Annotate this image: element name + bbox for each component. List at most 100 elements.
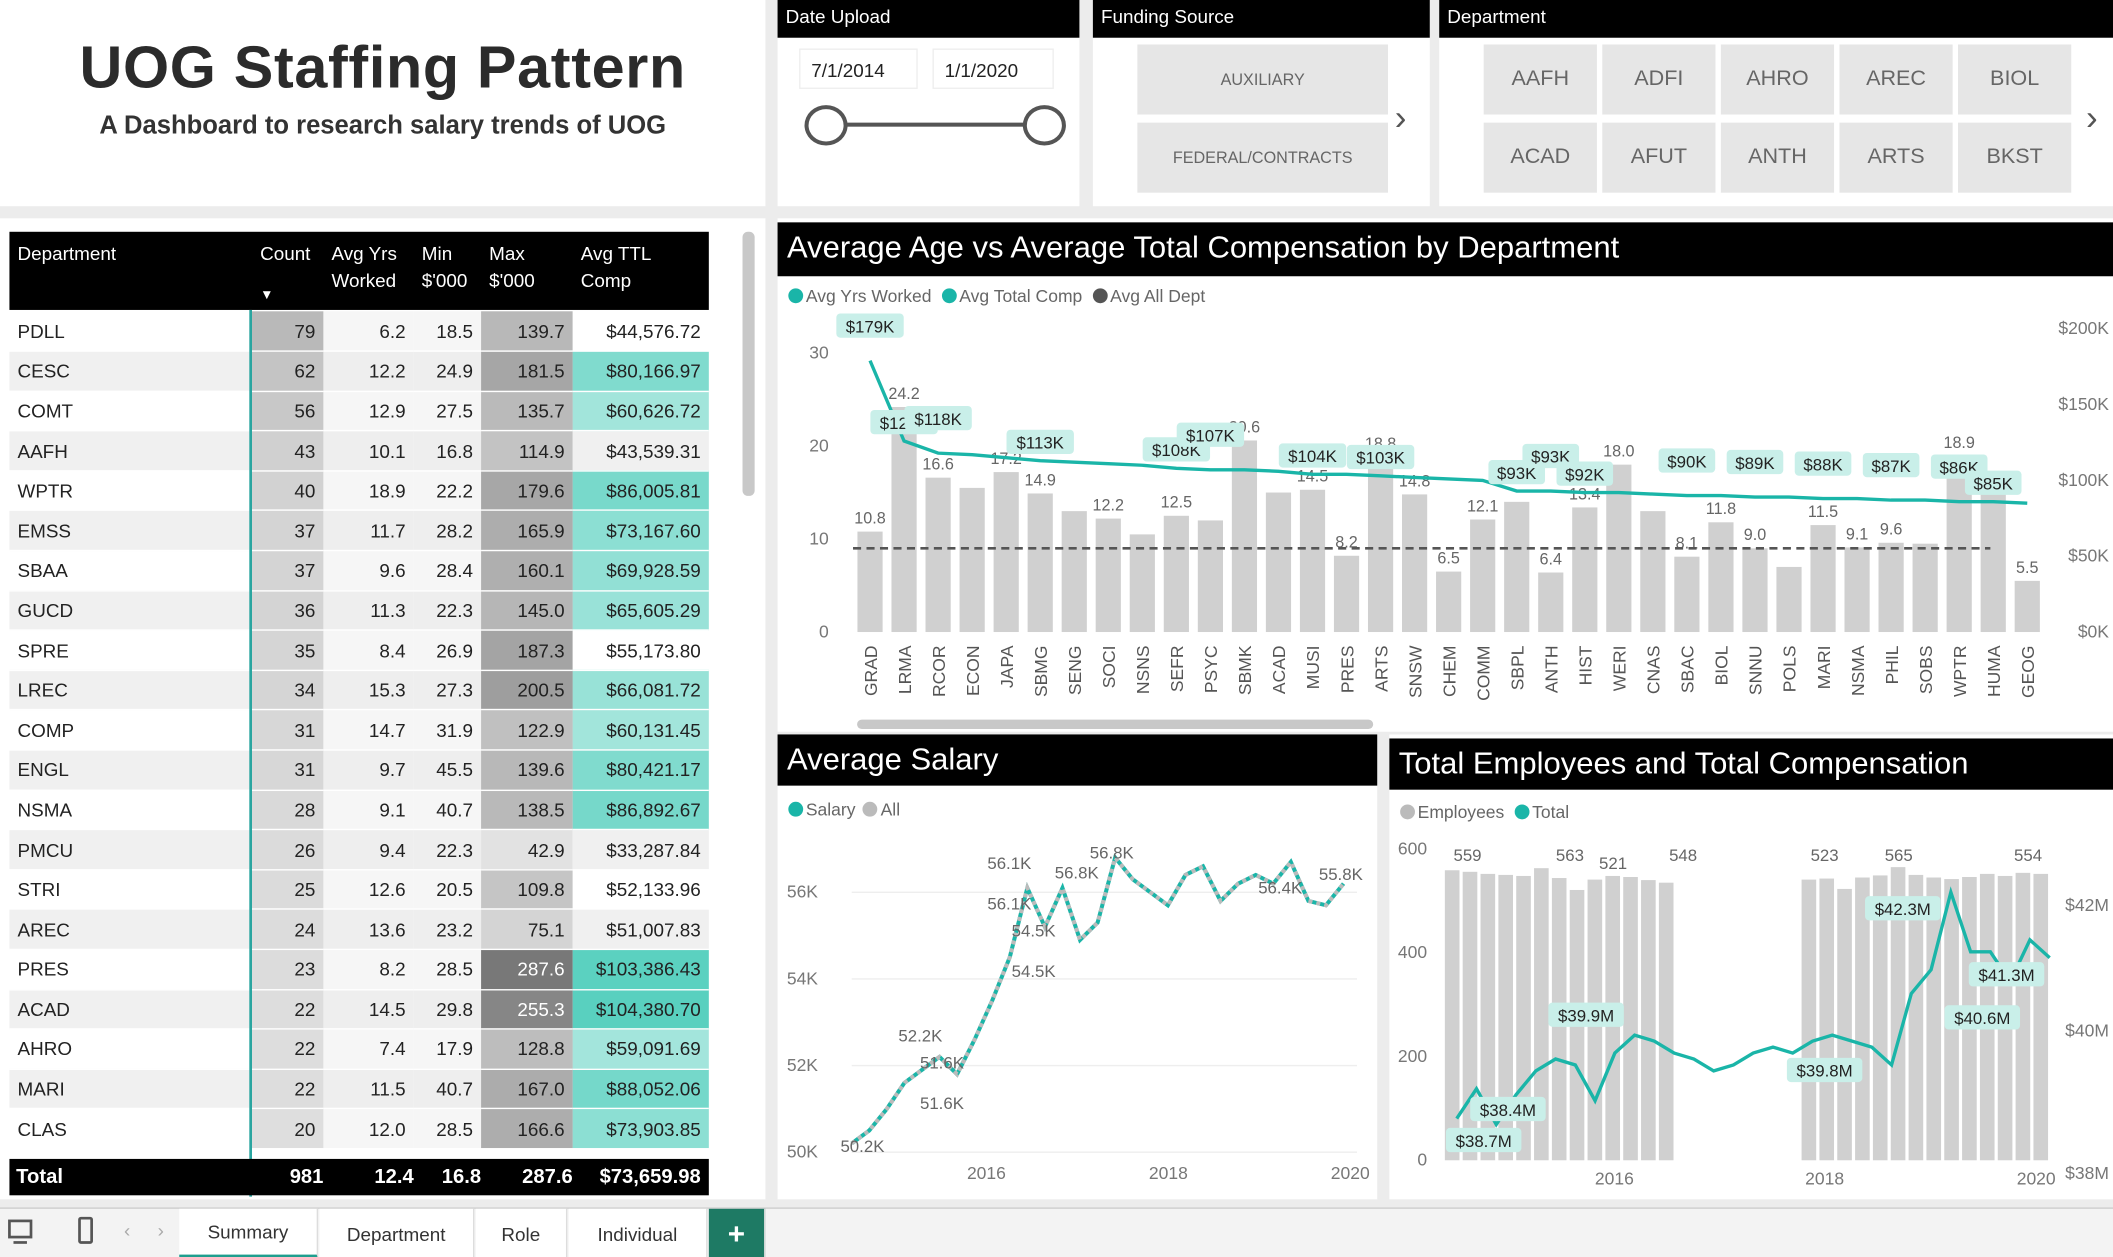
tab-role[interactable]: Role: [475, 1208, 568, 1257]
next-page-icon[interactable]: ›: [158, 1220, 164, 1242]
table-row[interactable]: SBAA 37 9.6 28.4 160.1 $69,928.59: [9, 550, 709, 592]
count-cell: 34: [251, 670, 324, 711]
table-row[interactable]: PDLL 79 6.2 18.5 139.7 $44,576.72: [9, 311, 709, 352]
bar-data-label: 5.5: [2016, 559, 2038, 577]
avg-yrs-cell: 11.5: [323, 1069, 414, 1110]
min-cell: 40.7: [413, 789, 482, 831]
x-category-label: SNNU: [1746, 645, 1766, 695]
age-comp-hscrollbar[interactable]: [857, 719, 1374, 730]
table-row[interactable]: GUCD 36 11.3 22.3 145.0 $65,605.29: [9, 590, 709, 631]
table-row[interactable]: LREC 34 15.3 27.3 200.5 $66,081.72: [9, 670, 709, 711]
dept-button-adfi[interactable]: ADFI: [1602, 44, 1716, 115]
col-header-min[interactable]: Min $'000: [422, 240, 468, 294]
table-row[interactable]: WPTR 40 18.9 22.2 179.6 $86,005.81: [9, 470, 709, 512]
avg-comp-cell: $80,166.97: [572, 351, 709, 392]
emp-y-left-tick: 400: [1398, 942, 1427, 962]
comp-data-label: $104K: [1288, 447, 1337, 466]
count-cell: 31: [251, 710, 324, 751]
avg-comp-cell: $51,007.83: [572, 909, 709, 951]
tab-department[interactable]: Department: [319, 1208, 475, 1257]
sort-desc-icon[interactable]: ▼: [260, 283, 273, 310]
table-row[interactable]: COMP 31 14.7 31.9 122.9 $60,131.45: [9, 710, 709, 751]
dept-cell: CESC: [9, 351, 252, 392]
dept-cell: LREC: [9, 670, 252, 711]
dept-button-bkst[interactable]: BKST: [1958, 122, 2072, 193]
tab-summary[interactable]: Summary: [179, 1208, 319, 1257]
age-comp-chart-panel: Average Age vs Average Total Compensatio…: [777, 218, 2113, 732]
x-category-label: RCOR: [929, 645, 949, 697]
total-count: 981: [289, 1165, 324, 1189]
col-header-avg-yrs[interactable]: Avg Yrs Worked: [332, 240, 397, 294]
date-start-input[interactable]: 7/1/2014: [799, 48, 918, 89]
max-cell: 165.9: [481, 510, 573, 552]
total-avg-yrs: 12.4: [374, 1165, 414, 1189]
col-header-max[interactable]: Max $'000: [489, 240, 535, 294]
x-category-label: HUMA: [1984, 645, 2004, 697]
bar-data-label: 12.1: [1467, 497, 1498, 515]
dept-bar: [1470, 519, 1496, 633]
comp-data-label: $118K: [914, 410, 962, 429]
dept-bar: [1912, 543, 1938, 633]
tab-individual[interactable]: Individual: [568, 1208, 708, 1257]
dept-bar: [1708, 522, 1734, 633]
table-row[interactable]: MARI 22 11.5 40.7 167.0 $88,052.06: [9, 1069, 709, 1110]
avg-yrs-cell: 11.7: [323, 510, 414, 552]
dept-button-anth[interactable]: ANTH: [1720, 122, 1835, 193]
table-row[interactable]: PMCU 26 9.4 22.3 42.9 $33,287.84: [9, 829, 709, 871]
x-category-label: BIOL: [1712, 645, 1732, 685]
dept-bar: [1367, 457, 1394, 633]
table-row[interactable]: AHRO 22 7.4 17.9 128.8 $59,091.69: [9, 1029, 709, 1070]
desktop-view-icon[interactable]: [8, 1219, 33, 1239]
table-row[interactable]: COMT 56 12.9 27.5 135.7 $60,626.72: [9, 391, 709, 432]
dept-button-afut[interactable]: AFUT: [1602, 122, 1716, 193]
table-row[interactable]: STRI 25 12.6 20.5 109.8 $52,133.96: [9, 869, 709, 911]
bar-data-label: 9.6: [1880, 521, 1902, 539]
table-row[interactable]: CESC 62 12.2 24.9 181.5 $80,166.97: [9, 351, 709, 392]
dept-button-acad[interactable]: ACAD: [1483, 122, 1597, 193]
table-row[interactable]: ENGL 31 9.7 45.5 139.6 $80,421.17: [9, 749, 709, 791]
col-header-count[interactable]: Count: [260, 240, 310, 267]
x-category-label: ACAD: [1269, 645, 1289, 694]
min-cell: 18.5: [413, 311, 482, 352]
table-scrollbar[interactable]: [742, 231, 755, 496]
funding-federal-button[interactable]: FEDERAL/CONTRACTS: [1137, 122, 1389, 193]
total-max: 287.6: [522, 1165, 573, 1189]
add-page-button[interactable]: +: [708, 1208, 766, 1257]
table-row[interactable]: SPRE 35 8.4 26.9 187.3 $55,173.80: [9, 630, 709, 671]
date-end-input[interactable]: 1/1/2020: [932, 48, 1054, 89]
total-comp-label: $42.3M: [1875, 900, 1931, 919]
table-row[interactable]: AAFH 43 10.1 16.8 114.9 $43,539.31: [9, 430, 709, 472]
table-row[interactable]: PRES 23 8.2 28.5 287.6 $103,386.43: [9, 949, 709, 990]
col-header-avg-ttl-comp[interactable]: Avg TTL Comp: [581, 240, 652, 294]
mobile-view-icon[interactable]: [78, 1216, 93, 1244]
dept-button-arts[interactable]: ARTS: [1839, 122, 1953, 193]
dept-bar: [1197, 520, 1223, 633]
date-end-handle[interactable]: [1022, 105, 1066, 146]
dept-button-arec[interactable]: AREC: [1839, 44, 1953, 115]
table-row[interactable]: NSMA 28 9.1 40.7 138.5 $86,892.67: [9, 789, 709, 831]
dept-bar: [1980, 494, 2006, 633]
count-cell: 35: [251, 630, 324, 671]
dept-cell: PDLL: [9, 311, 252, 352]
bar-data-label: 13.4: [1569, 485, 1600, 503]
col-header-department[interactable]: Department: [18, 240, 117, 267]
prev-page-icon[interactable]: ‹: [124, 1220, 130, 1242]
comp-data-label: $107K: [1186, 427, 1235, 446]
table-row[interactable]: AREC 24 13.6 23.2 75.1 $51,007.83: [9, 909, 709, 951]
count-cell: 37: [251, 510, 324, 552]
funding-auxiliary-button[interactable]: AUXILIARY: [1137, 44, 1389, 115]
dept-button-ahro[interactable]: AHRO: [1720, 44, 1835, 115]
table-row[interactable]: ACAD 22 14.5 29.8 255.3 $104,380.70: [9, 989, 709, 1030]
salary-annotation: 52.2K: [898, 1027, 943, 1046]
table-row[interactable]: EMSS 37 11.7 28.2 165.9 $73,167.60: [9, 510, 709, 552]
funding-next-chevron-icon[interactable]: ›: [1395, 97, 1407, 139]
dept-button-biol[interactable]: BIOL: [1958, 44, 2072, 115]
bar-data-label: 6.5: [1437, 549, 1459, 567]
total-comp-label: $38.4M: [1480, 1101, 1536, 1120]
min-cell: 23.2: [413, 909, 482, 951]
dept-button-aafh[interactable]: AAFH: [1483, 44, 1597, 115]
dept-bar: [1538, 572, 1564, 633]
date-start-handle[interactable]: [804, 105, 848, 146]
department-next-chevron-icon[interactable]: ›: [2086, 97, 2098, 139]
table-row[interactable]: CLAS 20 12.0 28.5 166.6 $73,903.85: [9, 1108, 709, 1150]
